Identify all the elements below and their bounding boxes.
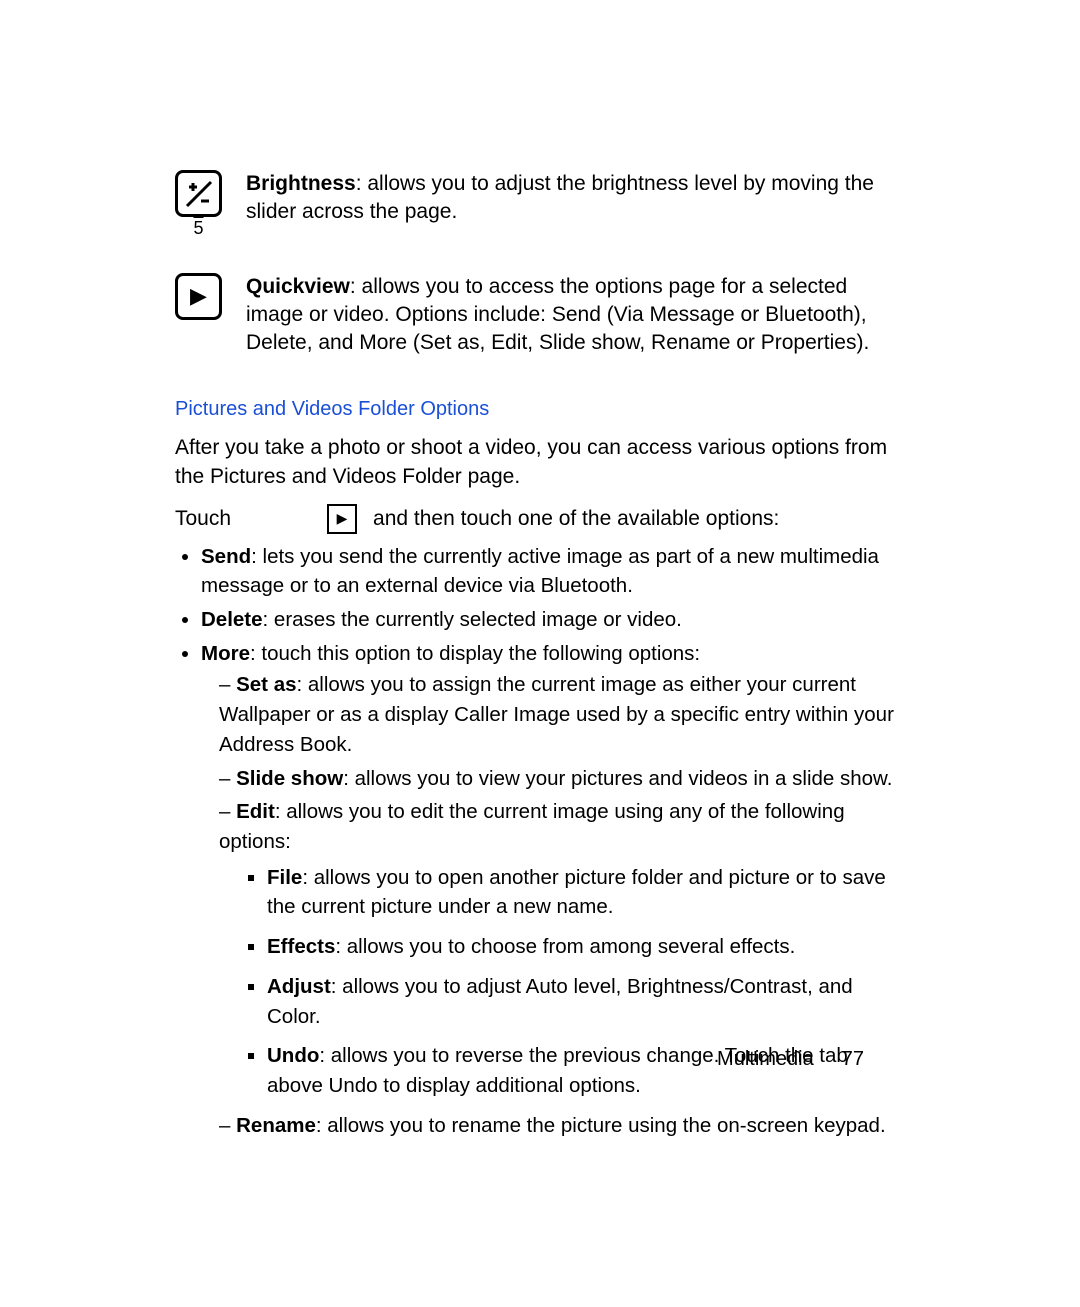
footer-section: Multimedia (717, 1048, 814, 1071)
section-heading: Pictures and Videos Folder Options (175, 398, 905, 421)
footer-page-number: 77 (842, 1048, 864, 1071)
file-term: File (267, 866, 302, 889)
document-page: 5 Brightness: allows you to adjust the b… (0, 0, 1080, 1307)
option-delete: Delete: erases the currently selected im… (201, 605, 905, 635)
brightness-level-label: 5 (175, 218, 222, 239)
option-slideshow: Slide show: allows you to view your pict… (219, 764, 905, 794)
more-text: : touch this option to display the follo… (250, 642, 700, 665)
section-intro: After you take a photo or shoot a video,… (175, 433, 905, 492)
adjust-text: : allows you to adjust Auto level, Brigh… (267, 975, 853, 1028)
brightness-description: Brightness: allows you to adjust the bri… (246, 170, 905, 227)
edit-term: Edit (236, 800, 275, 823)
brightness-icon-wrap: 5 (175, 170, 222, 217)
brightness-subscript: 5 (193, 218, 203, 238)
touch-after: and then touch one of the available opti… (373, 504, 779, 533)
quickview-description: Quickview: allows you to access the opti… (246, 273, 905, 358)
play-icon: ▶ (327, 504, 357, 534)
file-text: : allows you to open another picture fol… (267, 866, 886, 919)
page-footer: Multimedia 77 (717, 1048, 864, 1071)
touch-before: Touch (175, 504, 231, 533)
touch-instruction: Touch ▶ and then touch one of the availa… (175, 504, 905, 534)
slideshow-term: Slide show (236, 767, 343, 790)
brightness-row: 5 Brightness: allows you to adjust the b… (175, 170, 905, 227)
setas-term: Set as (236, 673, 296, 696)
slideshow-text: : allows you to view your pictures and v… (343, 767, 892, 790)
effects-term: Effects (267, 935, 335, 958)
option-effects: Effects: allows you to choose from among… (267, 932, 905, 962)
option-send: Send: lets you send the currently active… (201, 542, 905, 601)
send-text: : lets you send the currently active ima… (201, 545, 879, 598)
quickview-term: Quickview (246, 275, 350, 298)
quickview-icon: ▶ (175, 273, 222, 320)
option-adjust: Adjust: allows you to adjust Auto level,… (267, 972, 905, 1031)
delete-text: : erases the currently selected image or… (263, 608, 682, 631)
send-term: Send (201, 545, 251, 568)
effects-text: : allows you to choose from among severa… (335, 935, 795, 958)
option-rename: Rename: allows you to rename the picture… (219, 1111, 905, 1141)
undo-term: Undo (267, 1044, 319, 1067)
brightness-icon (175, 170, 222, 217)
brightness-term: Brightness (246, 172, 356, 195)
delete-term: Delete (201, 608, 263, 631)
setas-text: : allows you to assign the current image… (219, 673, 894, 755)
edit-text: : allows you to edit the current image u… (219, 800, 845, 853)
option-file: File: allows you to open another picture… (267, 863, 905, 922)
quickview-icon-wrap: ▶ (175, 273, 222, 320)
option-setas: Set as: allows you to assign the current… (219, 670, 905, 759)
quickview-row: ▶ Quickview: allows you to access the op… (175, 273, 905, 358)
more-term: More (201, 642, 250, 665)
rename-term: Rename (236, 1114, 316, 1137)
adjust-term: Adjust (267, 975, 331, 998)
rename-text: : allows you to rename the picture using… (316, 1114, 886, 1137)
